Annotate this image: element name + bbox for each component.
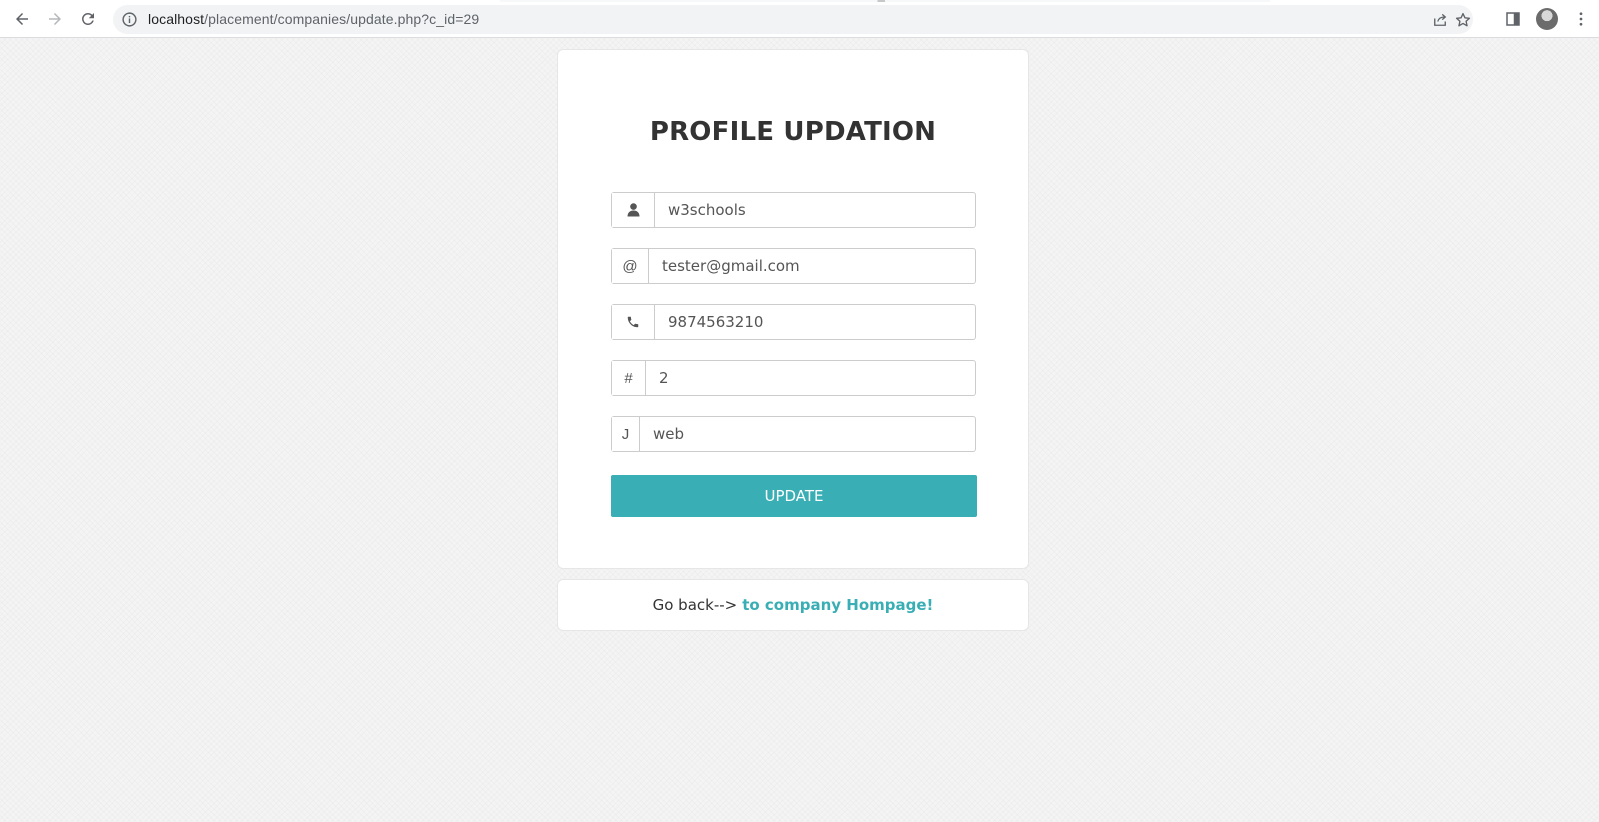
phone-group — [611, 304, 976, 340]
company-name-group — [611, 192, 976, 228]
job-input[interactable] — [640, 417, 975, 451]
j-icon: J — [612, 417, 640, 451]
bookmark-button[interactable] — [1453, 10, 1473, 30]
profile-avatar[interactable] — [1536, 8, 1558, 30]
number-group: # — [611, 360, 976, 396]
forward-button[interactable] — [41, 5, 69, 33]
company-homepage-link[interactable]: to company Hompage! — [742, 596, 933, 614]
go-back-card: Go back--> to company Hompage! — [557, 579, 1029, 631]
share-button[interactable] — [1430, 10, 1450, 30]
email-group: @ — [611, 248, 976, 284]
url-text: localhost/placement/companies/update.php… — [148, 11, 479, 27]
address-bar[interactable]: localhost/placement/companies/update.php… — [113, 5, 1473, 34]
update-button[interactable]: UPDATE — [611, 475, 977, 517]
reload-button[interactable] — [74, 5, 102, 33]
phone-icon — [612, 305, 655, 339]
back-button[interactable] — [8, 5, 36, 33]
site-info-icon[interactable] — [121, 11, 138, 28]
tab-strip — [500, 0, 1270, 2]
star-icon — [1455, 12, 1471, 27]
number-input[interactable] — [646, 361, 975, 395]
side-panel-icon — [1506, 12, 1520, 26]
phone-input[interactable] — [655, 305, 975, 339]
job-group: J — [611, 416, 976, 452]
share-icon — [1434, 13, 1447, 26]
url-host: localhost — [148, 11, 205, 27]
reload-icon — [82, 13, 94, 25]
email-input[interactable] — [649, 249, 975, 283]
browser-menu-button[interactable] — [1568, 6, 1594, 32]
side-panel-button[interactable] — [1500, 6, 1526, 32]
user-icon — [612, 193, 655, 227]
go-back-text: Go back--> — [652, 596, 738, 614]
at-icon: @ — [612, 249, 649, 283]
company-name-input[interactable] — [655, 193, 975, 227]
hash-icon: # — [612, 361, 646, 395]
forward-arrow-icon — [49, 13, 61, 25]
kebab-menu-icon — [1579, 12, 1583, 26]
page-title: PROFILE UPDATION — [649, 117, 937, 147]
url-path: /placement/companies/update.php?c_id=29 — [204, 11, 480, 27]
back-arrow-icon — [16, 13, 28, 25]
profile-update-card: PROFILE UPDATION @ # J UPDATE — [557, 49, 1029, 569]
browser-toolbar: localhost/placement/companies/update.php… — [0, 0, 1599, 38]
